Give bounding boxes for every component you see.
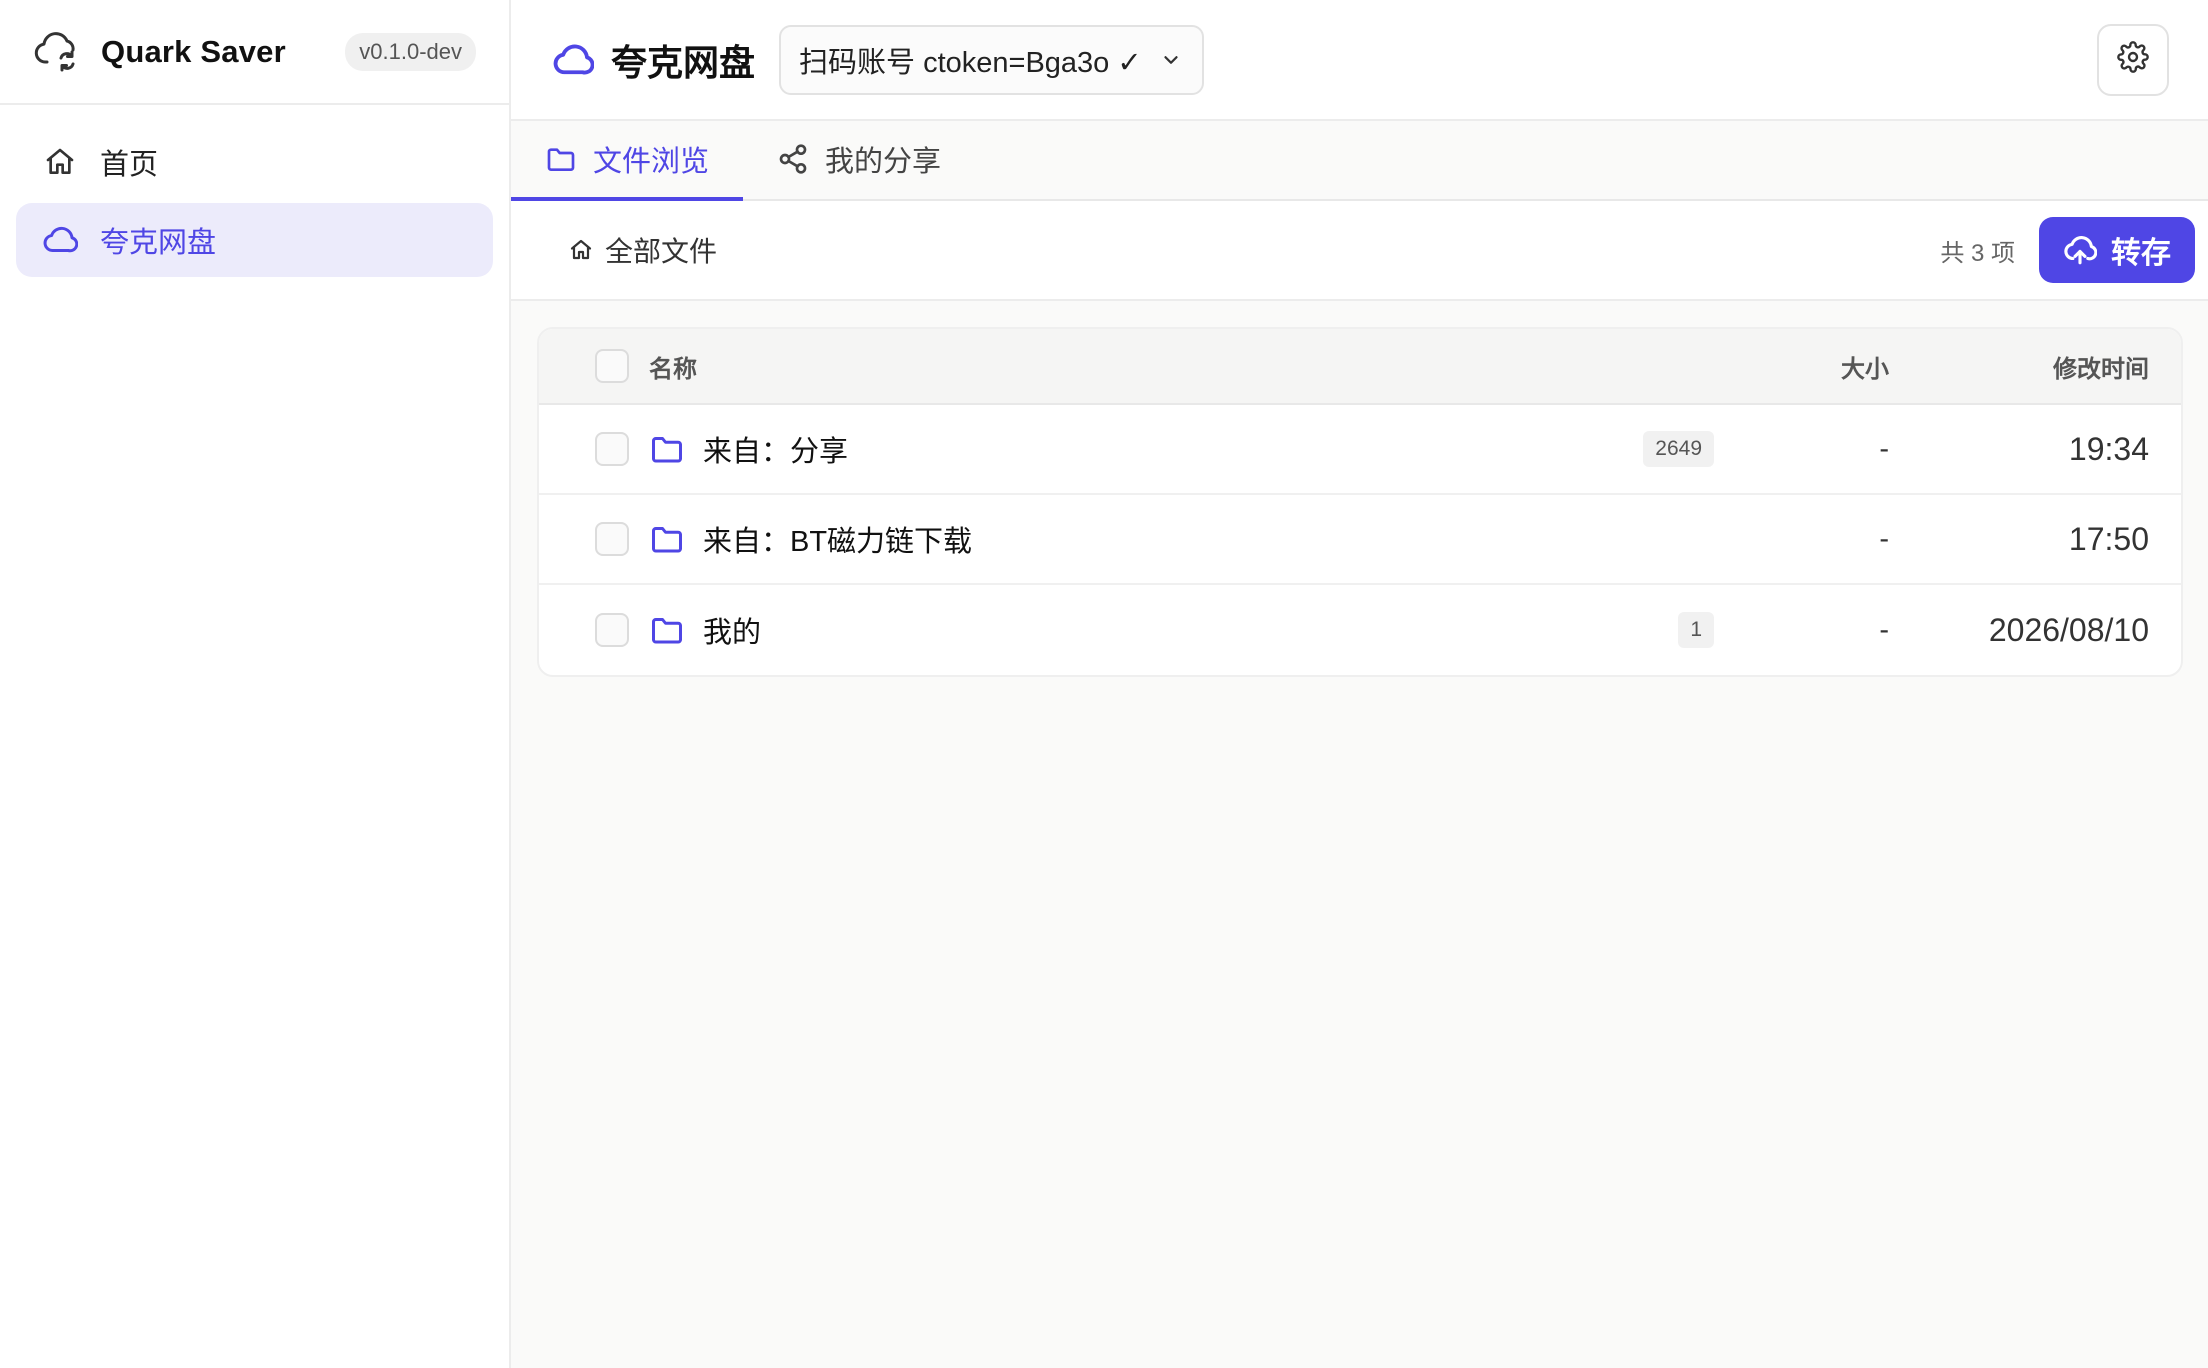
- select-all-checkbox[interactable]: [595, 349, 629, 383]
- sidebar-item-home[interactable]: 首页: [16, 125, 493, 199]
- file-size: -: [1879, 522, 1889, 555]
- file-name: 来自：BT磁力链下载: [703, 526, 973, 558]
- file-table: 名称 大小 修改时间 来自：分享 2649 - 19:34 来自：BT磁力链下载…: [537, 327, 2183, 677]
- select-all-cell: [539, 349, 649, 383]
- tab-file-browser[interactable]: 文件浏览: [511, 119, 744, 201]
- path-toolbar: 全部文件 共 3 项 转存: [511, 201, 2208, 301]
- row-checkbox[interactable]: [595, 432, 629, 466]
- folder-icon: [649, 612, 685, 648]
- tab-my-shares[interactable]: 我的分享: [743, 119, 975, 199]
- sidebar-nav: 首页 夸克网盘: [0, 105, 509, 301]
- file-name-cell[interactable]: 我的: [649, 609, 1544, 651]
- file-name: 我的: [703, 617, 762, 649]
- tab-label: 我的分享: [825, 146, 942, 178]
- file-modified-time: 17:50: [2068, 520, 2149, 557]
- column-header-name[interactable]: 名称: [649, 349, 1544, 384]
- item-count-badge: 2649: [1643, 431, 1714, 467]
- breadcrumb-root[interactable]: 全部文件: [569, 230, 717, 270]
- folder-icon: [649, 521, 685, 557]
- file-name-cell[interactable]: 来自：分享: [649, 428, 1544, 470]
- table-row[interactable]: 来自：分享 2649 - 19:34: [539, 405, 2181, 495]
- account-select[interactable]: 扫码账号 ctoken=Bga3o ✓: [779, 24, 1204, 95]
- tab-label: 文件浏览: [593, 146, 710, 178]
- chevron-down-icon: [1160, 48, 1184, 72]
- cloud-icon: [551, 38, 595, 82]
- save-to-drive-button[interactable]: 转存: [2039, 217, 2195, 283]
- file-size: -: [1879, 432, 1889, 465]
- brand: Quark Saver v0.1.0-dev: [0, 0, 509, 105]
- sidebar-item-label: 夸克网盘: [100, 227, 217, 259]
- row-checkbox[interactable]: [595, 613, 629, 647]
- gear-icon: [2117, 41, 2149, 78]
- sidebar-item-label: 首页: [100, 149, 159, 181]
- table-row[interactable]: 来自：BT磁力链下载 - 17:50: [539, 495, 2181, 585]
- item-count: 共 3 项: [1940, 239, 2015, 267]
- column-header-size[interactable]: 大小: [1714, 349, 1889, 384]
- badge-cell: 1: [1544, 612, 1714, 648]
- row-select-cell: [539, 522, 649, 556]
- file-size: -: [1879, 613, 1889, 646]
- row-select-cell: [539, 432, 649, 466]
- file-modified-time: 19:34: [2068, 430, 2149, 467]
- item-count-badge: 1: [1678, 612, 1714, 648]
- row-checkbox[interactable]: [595, 522, 629, 556]
- page-title: 夸克网盘: [611, 41, 756, 83]
- cloud-icon: [42, 222, 78, 258]
- file-name-cell[interactable]: 来自：BT磁力链下载: [649, 518, 1544, 560]
- app-name: Quark Saver: [101, 33, 286, 69]
- app-root: Quark Saver v0.1.0-dev 首页 夸克网盘 夸克网盘 扫码账号…: [0, 0, 2208, 1368]
- cloud-sync-icon: [33, 28, 81, 76]
- tab-bar: 文件浏览 我的分享: [511, 121, 2208, 201]
- folder-icon: [545, 142, 579, 176]
- home-icon: [42, 144, 78, 180]
- folder-icon: [649, 431, 685, 467]
- save-button-label: 转存: [2111, 237, 2171, 270]
- home-icon: [569, 237, 595, 263]
- row-select-cell: [539, 613, 649, 647]
- settings-button[interactable]: [2097, 23, 2169, 96]
- version-badge: v0.1.0-dev: [345, 32, 476, 71]
- sidebar: Quark Saver v0.1.0-dev 首页 夸克网盘: [0, 0, 511, 1368]
- breadcrumb-label: 全部文件: [605, 236, 718, 267]
- content-area: 名称 大小 修改时间 来自：分享 2649 - 19:34 来自：BT磁力链下载…: [511, 301, 2208, 677]
- file-name: 来自：分享: [703, 436, 849, 468]
- sidebar-item-quark-drive[interactable]: 夸克网盘: [16, 203, 493, 277]
- topbar: 夸克网盘 扫码账号 ctoken=Bga3o ✓: [511, 0, 2208, 121]
- badge-cell: 2649: [1544, 431, 1714, 467]
- main-panel: 夸克网盘 扫码账号 ctoken=Bga3o ✓ 文件浏览 我的分享 全部文件 …: [511, 0, 2208, 1368]
- table-header: 名称 大小 修改时间: [539, 329, 2181, 405]
- table-row[interactable]: 我的 1 - 2026/08/10: [539, 585, 2181, 675]
- share-icon: [777, 142, 811, 176]
- column-header-time[interactable]: 修改时间: [1889, 349, 2181, 384]
- account-select-value: 扫码账号 ctoken=Bga3o ✓: [799, 46, 1142, 79]
- file-modified-time: 2026/08/10: [1988, 611, 2149, 648]
- cloud-upload-icon: [2063, 232, 2099, 268]
